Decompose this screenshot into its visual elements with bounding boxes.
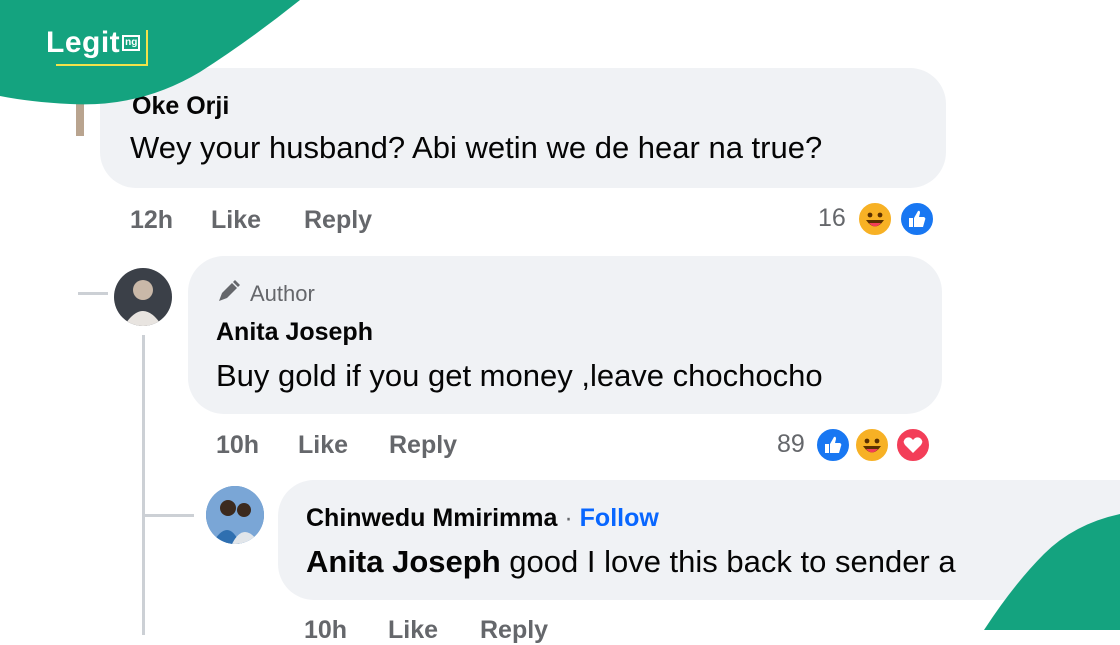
- like-button[interactable]: Like: [211, 206, 261, 235]
- haha-icon: [853, 426, 891, 464]
- comment-time[interactable]: 10h: [304, 616, 347, 645]
- comment-time[interactable]: 10h: [216, 431, 259, 460]
- reply-button[interactable]: Reply: [480, 616, 548, 645]
- pen-icon: [216, 278, 242, 310]
- comment-text: good I love this back to sender a: [500, 544, 956, 579]
- logo-text: Legit: [46, 26, 121, 59]
- separator: ·: [564, 504, 573, 532]
- author-badge-label: Author: [250, 281, 315, 306]
- logo-suffix: ng: [122, 35, 141, 51]
- reaction-count[interactable]: 16: [818, 204, 846, 233]
- reply-button[interactable]: Reply: [304, 206, 372, 235]
- brand-corner-shape: [984, 514, 1120, 630]
- like-button[interactable]: Like: [388, 616, 438, 645]
- thread-line: [142, 514, 194, 517]
- author-badge: Author: [216, 278, 315, 310]
- haha-icon: [856, 200, 894, 238]
- reaction-count[interactable]: 89: [777, 430, 805, 459]
- love-icon: [894, 426, 932, 464]
- avatar[interactable]: [206, 486, 264, 544]
- mention-link[interactable]: Anita Joseph: [306, 544, 501, 579]
- legit-logo[interactable]: Legit ng: [46, 26, 141, 60]
- logo-rightline: [146, 30, 148, 66]
- comment-author[interactable]: Chinwedu Mmirimma: [306, 504, 557, 532]
- brand-corner-shape: [0, 0, 300, 105]
- follow-button[interactable]: Follow: [580, 504, 659, 532]
- comment-time[interactable]: 12h: [130, 206, 173, 235]
- like-button[interactable]: Like: [298, 431, 348, 460]
- like-icon: [814, 426, 852, 464]
- comment-header: Chinwedu Mmirimma · Follow: [306, 504, 659, 533]
- comment-text-line: Anita Joseph good I love this back to se…: [306, 544, 956, 580]
- reply-button[interactable]: Reply: [389, 431, 457, 460]
- like-icon: [898, 200, 936, 238]
- comment-bubble: Author Anita Joseph Buy gold if you get …: [188, 256, 942, 414]
- comment-text: Buy gold if you get money ,leave chochoc…: [216, 358, 823, 393]
- comment-author[interactable]: Anita Joseph: [216, 318, 373, 347]
- logo-underline: [56, 64, 148, 66]
- thread-line: [78, 292, 108, 295]
- thread-line: [142, 335, 145, 635]
- comment-text: Wey your husband? Abi wetin we de hear n…: [130, 130, 823, 165]
- avatar[interactable]: [114, 268, 172, 326]
